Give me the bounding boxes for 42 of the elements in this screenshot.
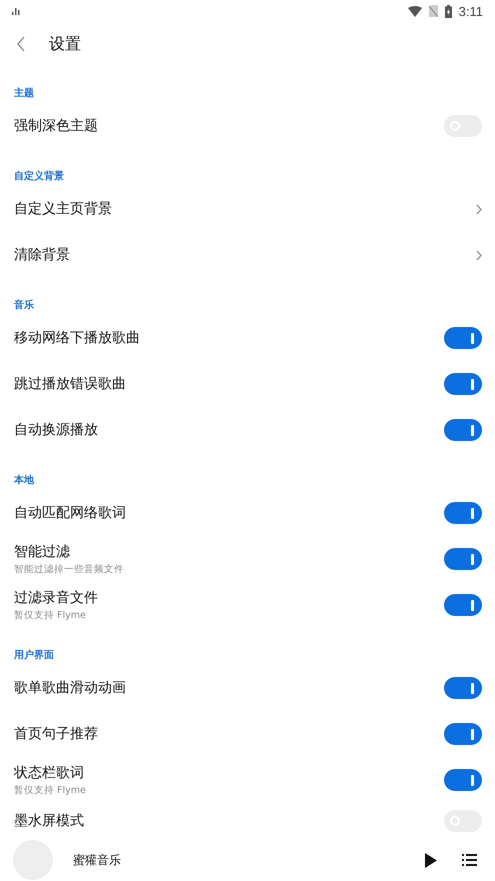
setting-label: 首页句子推荐 <box>14 725 98 743</box>
status-time: 3:11 <box>458 4 483 18</box>
toggle-switch[interactable] <box>444 548 482 570</box>
toggle-switch[interactable] <box>444 769 482 791</box>
setting-description: 暂仅支持 Flyme <box>14 608 87 622</box>
setting-label: 智能过滤 <box>14 542 71 560</box>
setting-label: 状态栏歌词 <box>14 764 85 782</box>
setting-label: 歌单歌曲滑动动画 <box>14 679 126 697</box>
setting-label: 移动网络下播放歌曲 <box>14 329 140 347</box>
setting-label: 自定义主页背景 <box>14 200 112 218</box>
setting-description: 智能过滤掉一些音频文件 <box>14 562 124 576</box>
setting-label: 跳过播放错误歌曲 <box>14 375 126 393</box>
toggle-switch[interactable] <box>444 373 482 395</box>
wifi-icon <box>408 6 422 16</box>
section-header: 本地 <box>14 475 34 486</box>
section-header: 用户界面 <box>14 650 54 661</box>
setting-description: 暂仅支持 Flyme <box>14 784 86 796</box>
setting-label: 自动换源播放 <box>14 421 98 439</box>
chevron-left-icon <box>16 36 26 52</box>
no-sim-icon <box>428 5 438 17</box>
signal-icon <box>12 8 20 14</box>
setting-label: 强制深色主题 <box>14 117 98 135</box>
toggle-switch[interactable] <box>444 419 482 441</box>
battery-icon <box>444 4 452 18</box>
list-icon <box>462 854 477 866</box>
toggle-switch[interactable] <box>444 723 482 745</box>
toggle-switch[interactable] <box>444 594 482 616</box>
setting-label: 清除背景 <box>14 246 70 264</box>
section-header: 音乐 <box>14 300 34 311</box>
chevron-right-icon <box>476 204 482 214</box>
chevron-right-icon <box>476 250 482 260</box>
toggle-switch[interactable] <box>444 327 482 349</box>
setting-label: 过滤录音文件 <box>14 588 98 606</box>
setting-label: 墨水屏模式 <box>14 812 84 830</box>
page-title: 设置 <box>49 34 81 54</box>
section-header: 主题 <box>14 88 34 99</box>
play-icon <box>424 852 438 868</box>
song-title: 蜜獾音乐 <box>73 852 122 868</box>
toggle-switch[interactable] <box>444 502 482 524</box>
section-header: 自定义背景 <box>14 171 64 182</box>
toggle-switch[interactable] <box>444 677 482 699</box>
setting-label: 自动匹配网络歌词 <box>14 504 126 522</box>
